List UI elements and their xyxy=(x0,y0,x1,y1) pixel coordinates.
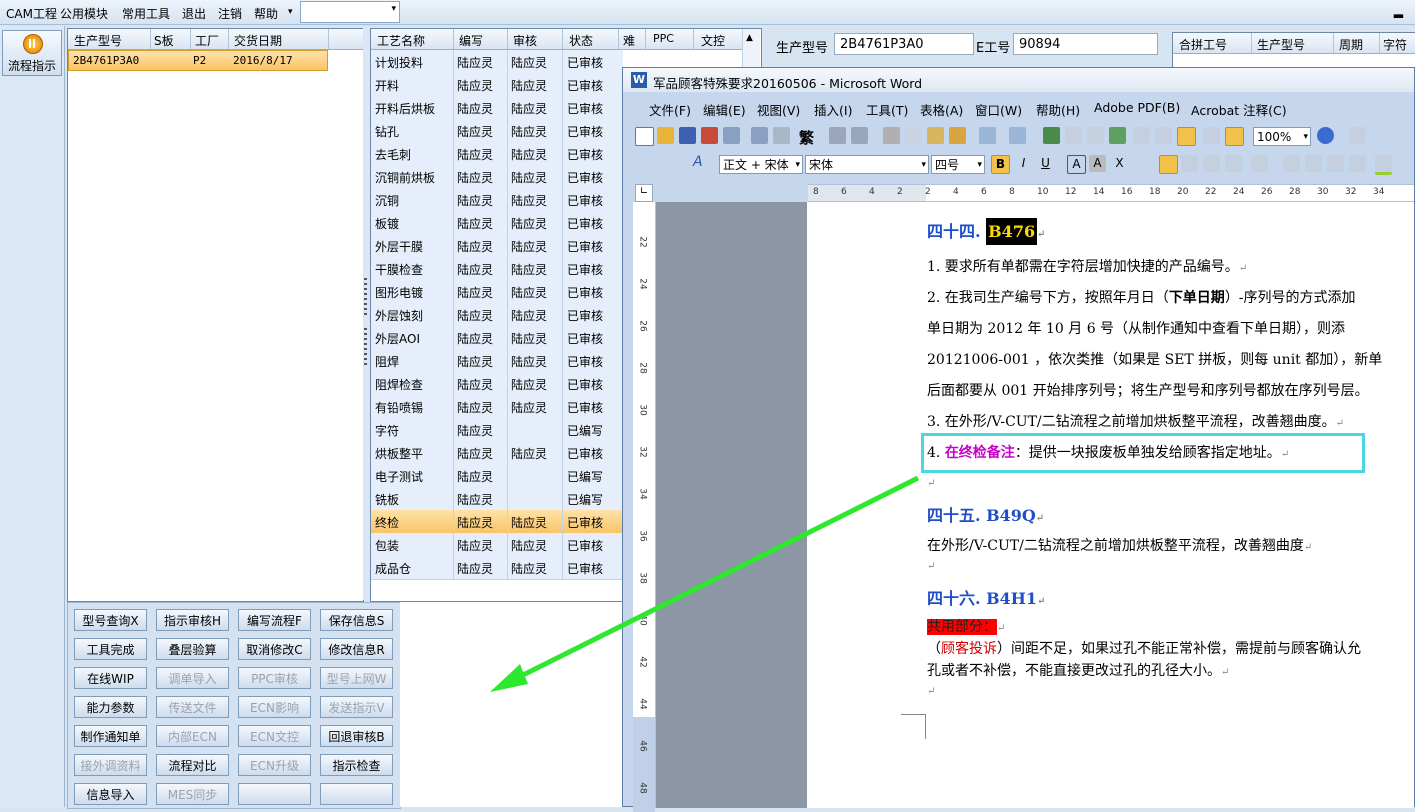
green-arrow-annotation xyxy=(490,475,920,692)
arrow-shaft xyxy=(503,475,920,687)
arrow-head xyxy=(490,664,528,692)
